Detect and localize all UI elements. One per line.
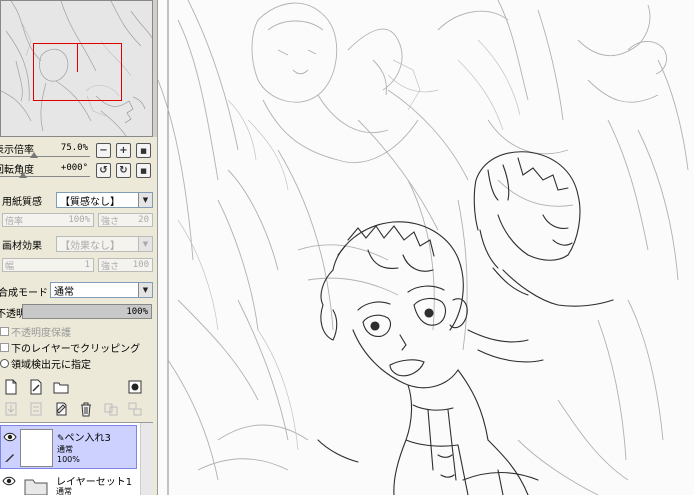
- rotate-left-icon: ↺: [99, 165, 108, 176]
- clear-layer-icon: [56, 402, 67, 416]
- new-folder-icon: [53, 382, 69, 394]
- merge-visible-button[interactable]: [103, 401, 119, 417]
- paper-scale-field: 倍率 100%: [2, 213, 94, 227]
- rotate-right-icon: ↻: [119, 165, 128, 176]
- record-icon: [128, 380, 142, 394]
- layer-blend-mode: 通常: [57, 445, 73, 454]
- zoom-slider[interactable]: [0, 156, 90, 157]
- reset-zoom-button[interactable]: ■: [136, 143, 151, 158]
- zoom-in-button[interactable]: +: [116, 143, 131, 158]
- clip-to-lower-checkbox[interactable]: [0, 343, 9, 352]
- layer-name: ✎ペン入れ3: [57, 429, 111, 444]
- preserve-opacity-label: 不透明度保護: [11, 328, 71, 339]
- material-strength-value: 100: [132, 260, 149, 270]
- rotation-slider-knob[interactable]: [18, 172, 27, 178]
- layer-name-text: ペン入れ3: [64, 433, 111, 444]
- paper-strength-field: 強さ 20: [98, 213, 153, 227]
- zoom-value: 75.0%: [60, 143, 88, 153]
- reset-zoom-icon: ■: [140, 146, 147, 155]
- reset-rotation-icon: ■: [140, 166, 147, 175]
- layer-item-set1[interactable]: レイヤーセット1 通常: [0, 470, 137, 495]
- opacity-value: 100%: [126, 306, 148, 317]
- rotate-right-button[interactable]: ↻: [116, 163, 131, 178]
- zoom-out-icon: −: [99, 145, 108, 156]
- layer-list[interactable]: ✎ペン入れ3 通常 100% レイヤーセット1 通常: [0, 422, 153, 495]
- zoom-slider-knob[interactable]: [29, 152, 38, 158]
- chevron-down-icon: ▼: [138, 237, 152, 251]
- new-folder-button[interactable]: [53, 379, 69, 395]
- material-effect-label: 画材効果: [2, 241, 42, 252]
- merge-all-icon: [128, 402, 142, 416]
- reset-rotation-button[interactable]: ■: [136, 163, 151, 178]
- rotate-left-button[interactable]: ↺: [96, 163, 111, 178]
- new-vector-layer-button[interactable]: [28, 379, 44, 395]
- paper-texture-value: 【質感なし】: [60, 196, 120, 208]
- paper-strength-key: 強さ: [101, 216, 120, 227]
- layer-thumbnail: [20, 429, 53, 467]
- eye-icon[interactable]: [1, 474, 17, 488]
- material-effect-dropdown: 【効果なし】 ▼: [56, 236, 153, 252]
- merge-visible-icon: [104, 403, 118, 416]
- drawing-canvas[interactable]: [158, 0, 694, 495]
- blend-mode-value: 通常: [54, 286, 74, 298]
- paper-scale-key: 倍率: [5, 216, 24, 227]
- material-strength-key: 強さ: [101, 261, 120, 272]
- navigator-preview[interactable]: [0, 0, 153, 137]
- layer-set-blend-mode: 通常: [56, 487, 72, 495]
- layer-list-scrollbar[interactable]: [140, 423, 153, 495]
- zoom-row: 表示倍率 75.0%: [0, 140, 92, 156]
- material-effect-value: 【効果なし】: [60, 240, 120, 252]
- clip-to-lower-label: 下のレイヤーでクリッピング: [11, 344, 141, 355]
- material-width-field: 幅 1: [2, 258, 94, 272]
- material-width-key: 幅: [5, 261, 15, 272]
- delete-layer-button[interactable]: [78, 401, 94, 417]
- material-strength-field: 強さ 100: [98, 258, 153, 272]
- merge-down-icon: [30, 402, 42, 416]
- clear-layer-button[interactable]: [53, 401, 69, 417]
- paper-strength-value: 20: [138, 215, 149, 225]
- merge-all-button[interactable]: [127, 401, 143, 417]
- paper-scale-value: 100%: [68, 215, 90, 225]
- layer-item-pen3[interactable]: ✎ペン入れ3 通常 100%: [0, 425, 137, 469]
- blend-mode-label: 合成モード: [0, 288, 48, 299]
- rotation-slider[interactable]: [0, 176, 90, 177]
- chevron-down-icon: ▼: [138, 283, 152, 297]
- navigator-frame-divider: [77, 44, 78, 72]
- eye-icon[interactable]: [2, 430, 18, 444]
- new-vector-layer-icon: [30, 379, 42, 395]
- selection-source-label: 領域検出元に指定: [11, 360, 91, 371]
- selection-source-radio[interactable]: [0, 359, 9, 368]
- new-layer-icon: [5, 379, 17, 395]
- chevron-down-icon: ▼: [138, 193, 152, 207]
- zoom-in-icon: +: [119, 145, 128, 156]
- sketch-artwork: [158, 0, 694, 495]
- new-layer-button[interactable]: [3, 379, 19, 395]
- preserve-opacity-checkbox[interactable]: [0, 327, 9, 336]
- vector-pen-icon: ✎: [57, 434, 65, 444]
- rotation-value: +000°: [60, 163, 88, 173]
- left-panel: 表示倍率 75.0% 回転角度 +000° − + ■ ↺ ↻ ■ 用紙質感 【…: [0, 0, 158, 495]
- rotation-row: 回転角度 +000°: [0, 160, 92, 176]
- record-button[interactable]: [127, 379, 143, 395]
- folder-icon: [24, 476, 48, 495]
- opacity-slider[interactable]: 100%: [22, 304, 152, 319]
- paper-texture-label: 用紙質感: [2, 197, 42, 208]
- merge-down-button[interactable]: [28, 401, 44, 417]
- rotation-label: 回転角度: [0, 164, 34, 176]
- pen-icon: [2, 450, 18, 464]
- zoom-out-button[interactable]: −: [96, 143, 111, 158]
- blend-mode-dropdown[interactable]: 通常 ▼: [50, 282, 153, 298]
- paper-texture-dropdown[interactable]: 【質感なし】 ▼: [56, 192, 153, 208]
- navigator-view-frame[interactable]: [33, 43, 122, 101]
- delete-layer-icon: [81, 402, 91, 417]
- layer-opacity: 100%: [57, 455, 80, 464]
- material-width-value: 1: [84, 260, 90, 270]
- transfer-down-icon: [5, 402, 17, 416]
- transfer-down-button[interactable]: [3, 401, 19, 417]
